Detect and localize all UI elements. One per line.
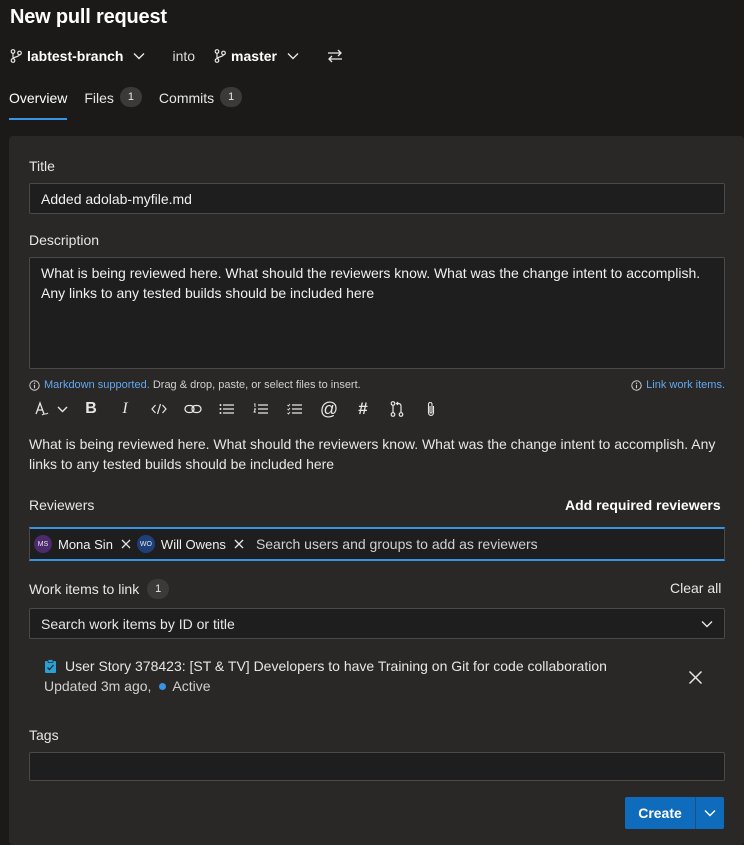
create-button[interactable]: Create <box>625 797 695 829</box>
source-branch-selector[interactable]: labtest-branch <box>10 48 145 64</box>
branch-icon <box>10 49 22 63</box>
user-story-icon <box>44 658 57 674</box>
link-icon <box>184 403 202 415</box>
avatar: WO <box>136 535 155 553</box>
chevron-down-icon <box>133 52 145 60</box>
source-branch-name: labtest-branch <box>27 48 124 64</box>
branch-icon <box>214 49 226 63</box>
tags-input[interactable] <box>29 752 725 781</box>
description-preview: What is being reviewed here. What should… <box>29 436 716 472</box>
page-title: New pull request <box>10 6 167 28</box>
italic-button[interactable]: I <box>112 397 138 421</box>
link-button[interactable] <box>180 397 206 421</box>
tab-commits[interactable]: Commits 1 <box>158 84 243 120</box>
work-item-state: Active <box>172 678 211 694</box>
chevron-down-icon <box>57 406 68 413</box>
work-items-label: Work items to link <box>29 581 140 597</box>
pull-request-form-card <box>9 136 744 845</box>
tab-bar: Overview Files 1 Commits 1 <box>9 84 259 120</box>
linked-work-item: User Story 378423: [ST & TV] Developers … <box>44 658 714 694</box>
markdown-hint: Drag & drop, paste, or select files to i… <box>149 379 361 391</box>
status-dot <box>159 682 167 690</box>
numbered-list-button[interactable] <box>248 397 274 421</box>
chevron-down-icon <box>704 809 716 817</box>
count-badge: 1 <box>147 579 170 599</box>
pull-request-icon <box>390 401 404 417</box>
attach-file-button[interactable] <box>418 397 444 421</box>
count-badge: 1 <box>119 87 142 107</box>
reviewer-name: Mona Sin <box>58 536 113 552</box>
info-icon <box>631 379 642 391</box>
paperclip-icon <box>426 401 436 417</box>
reviewer-name: Will Owens <box>160 536 226 552</box>
create-options-dropdown[interactable] <box>695 797 724 829</box>
description-label: Description <box>29 232 100 248</box>
task-list-icon <box>287 403 303 415</box>
link-work-items-group: Link work items. <box>631 379 725 391</box>
reviewers-label: Reviewers <box>29 497 95 513</box>
work-items-label-group: Work items to link 1 <box>29 579 170 599</box>
target-branch-name: master <box>231 48 277 64</box>
reviewer-pill: MS Mona Sin <box>34 535 131 553</box>
reviewer-search-input[interactable]: Search users and groups to add as review… <box>256 536 538 552</box>
tab-label: Commits <box>158 90 215 106</box>
work-item-search-placeholder: Search work items by ID or title <box>41 615 235 632</box>
remove-reviewer-close-icon[interactable] <box>234 539 244 549</box>
text-style-icon <box>33 401 49 417</box>
code-button[interactable] <box>146 397 172 421</box>
branch-bar: labtest-branch into master <box>10 44 343 68</box>
into-label: into <box>172 48 196 64</box>
work-item-meta: Updated 3m ago, Active <box>44 678 714 694</box>
description-hint-row: Markdown supported. Drag & drop, paste, … <box>29 377 725 393</box>
work-item-hash-button[interactable]: # <box>350 397 376 421</box>
reviewers-picker[interactable]: MS Mona Sin WO Will Owens Search users a… <box>29 527 725 561</box>
tab-label: Overview <box>9 90 68 106</box>
swap-branches-icon[interactable] <box>327 49 343 63</box>
chevron-down-icon <box>701 620 713 628</box>
tab-files[interactable]: Files 1 <box>84 84 142 120</box>
title-label: Title <box>29 158 55 174</box>
bulleted-list-icon <box>219 403 235 415</box>
chevron-down-icon <box>287 52 299 60</box>
numbered-list-icon <box>253 403 269 415</box>
add-required-reviewers-button[interactable]: Add required reviewers <box>565 497 721 513</box>
description-textarea[interactable]: What is being reviewed here. What should… <box>29 257 725 369</box>
bulleted-list-button[interactable] <box>214 397 240 421</box>
task-list-button[interactable] <box>282 397 308 421</box>
markdown-toolbar: B I @ # <box>30 397 452 421</box>
pull-request-link-button[interactable] <box>384 397 410 421</box>
text-format-dropdown[interactable] <box>30 397 70 421</box>
target-branch-selector[interactable]: master <box>214 48 299 64</box>
work-item-updated: Updated 3m ago, <box>44 678 152 694</box>
code-icon <box>151 403 167 415</box>
avatar: MS <box>34 535 52 553</box>
tab-overview[interactable]: Overview <box>9 84 68 120</box>
tab-label: Files <box>84 90 114 106</box>
mention-button[interactable]: @ <box>316 397 342 421</box>
count-badge: 1 <box>220 87 243 107</box>
link-work-items-link[interactable]: Link work items. <box>646 379 725 391</box>
info-icon <box>29 379 40 391</box>
title-input[interactable]: Added adolab-myfile.md <box>29 183 725 214</box>
remove-work-item-close-icon[interactable] <box>688 670 703 685</box>
bold-button[interactable]: B <box>78 397 104 421</box>
work-item-title-row: User Story 378423: [ST & TV] Developers … <box>44 658 714 674</box>
remove-reviewer-close-icon[interactable] <box>121 539 131 549</box>
tags-label: Tags <box>29 727 59 743</box>
clear-all-button[interactable]: Clear all <box>670 580 721 596</box>
work-item-search-dropdown[interactable]: Search work items by ID or title <box>29 608 725 639</box>
markdown-supported-link[interactable]: Markdown supported. <box>44 379 150 391</box>
create-button-group: Create <box>625 797 724 829</box>
reviewer-pill: WO Will Owens <box>136 535 244 553</box>
work-item-title[interactable]: User Story 378423: [ST & TV] Developers … <box>65 658 607 674</box>
